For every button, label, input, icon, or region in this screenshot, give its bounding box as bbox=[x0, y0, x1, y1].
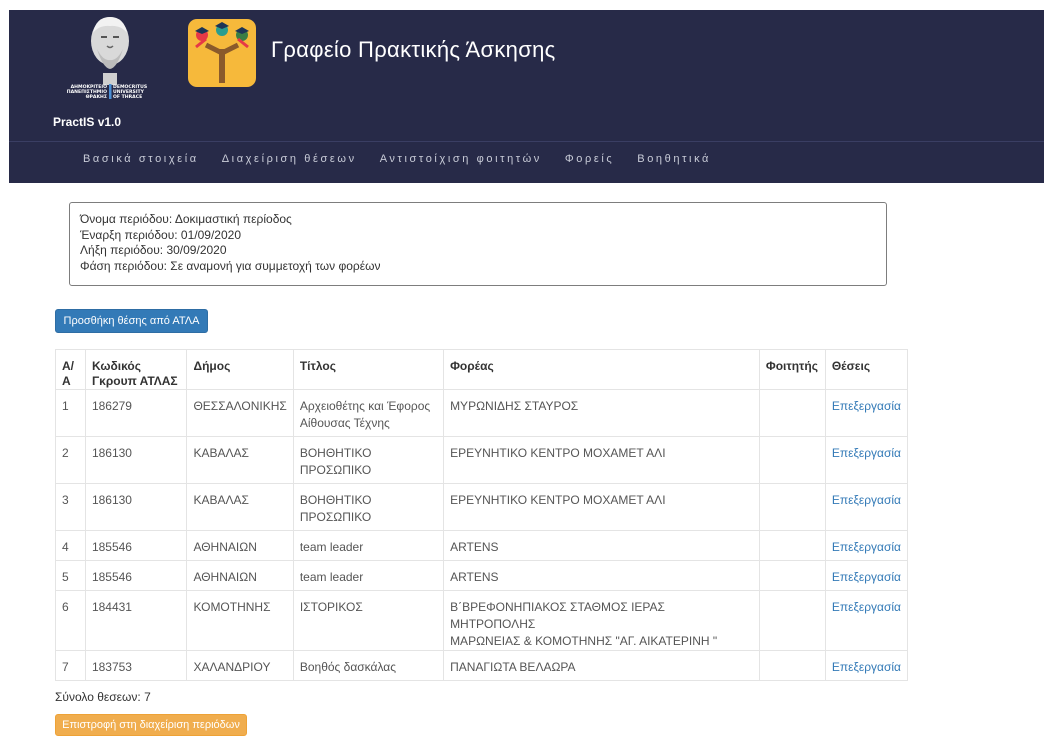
cell-student bbox=[758, 389, 826, 437]
cell-aa: 5 bbox=[55, 560, 86, 591]
cell-organization: ΕΡΕΥΝΗΤΙΚΟ ΚΕΝΤΡΟ ΜΟΧΑΜΕΤ ΑΛΙ bbox=[443, 436, 760, 484]
cell-municipality: ΚΑΒΑΛΑΣ bbox=[186, 483, 294, 531]
cell-code: 184431 bbox=[84, 590, 188, 651]
cell-student bbox=[758, 483, 826, 531]
cell-aa: 3 bbox=[55, 483, 86, 531]
edit-link[interactable]: Επεξεργασία bbox=[824, 590, 909, 651]
cell-organization: ΕΡΕΥΝΗΤΙΚΟ ΚΕΝΤΡΟ ΜΟΧΑΜΕΤ ΑΛΙ bbox=[443, 483, 760, 531]
cell-organization: ΠΑΝΑΓΙΩΤΑ ΒΕΛΑΩΡΑ bbox=[443, 650, 760, 681]
edit-link[interactable]: Επεξεργασία bbox=[824, 483, 909, 531]
nav-item-student-matching[interactable]: Αντιστοίχιση φοιτητών bbox=[380, 153, 542, 173]
edit-link[interactable]: Επεξεργασία bbox=[824, 530, 909, 561]
nav-item-positions-management[interactable]: Διαχείριση θέσεων bbox=[222, 153, 357, 173]
add-position-from-atlas-button[interactable]: Προσθήκη θέσης από ΑΤΛΑ bbox=[55, 309, 208, 333]
cell-municipality: ΧΑΛΑΝΔΡΙΟΥ bbox=[186, 650, 294, 681]
table-header-row: Α/Α Κωδικός Γκρουπ ΑΤΛΑΣ Δήμος Τίτλος Φορ… bbox=[55, 349, 909, 390]
cell-title: team leader bbox=[292, 530, 445, 561]
cell-aa: 2 bbox=[55, 436, 86, 484]
cell-student bbox=[758, 560, 826, 591]
col-municipality[interactable]: Δήμος bbox=[186, 349, 294, 390]
cell-organization: Β΄ΒΡΕΦΟΝΗΠΙΑΚΟΣ ΣΤΑΘΜΟΣ ΙΕΡΑΣ ΜΗΤΡΟΠΟΛΗΣ… bbox=[443, 590, 760, 651]
cell-student bbox=[758, 590, 826, 651]
site-header: ΔΗΜΟΚΡΙΤΕΙΟ ΠΑΝΕΠΙΣΤΗΜΙΟ ΘΡΑΚΗΣ DEMOCRIT… bbox=[9, 10, 1044, 183]
cell-code: 183753 bbox=[84, 650, 188, 681]
cell-municipality: ΑΘΗΝΑΙΩΝ bbox=[186, 530, 294, 561]
brand-name[interactable]: PractIS v1.0 bbox=[53, 115, 121, 129]
cell-student bbox=[758, 436, 826, 484]
svg-text:ΘΡΑΚΗΣ: ΘΡΑΚΗΣ bbox=[86, 94, 107, 100]
col-student[interactable]: Φοιτητής bbox=[758, 349, 826, 390]
cell-organization: ΜΥΡΩΝΙΔΗΣ ΣΤΑΥΡΟΣ bbox=[443, 389, 760, 437]
cell-title: Αρχειοθέτης και Έφορος Αίθουσας Τέχνης bbox=[292, 389, 445, 437]
table-row: 2 186130 ΚΑΒΑΛΑΣ ΒΟΗΘΗΤΙΚΟ ΠΡΟΣΩΠΙΚΟ ΕΡΕΥ… bbox=[55, 436, 909, 484]
cell-aa: 6 bbox=[55, 590, 86, 651]
table-row: 5 185546 ΑΘΗΝΑΙΩΝ team leader ARTENS Επε… bbox=[55, 560, 909, 591]
edit-link[interactable]: Επεξεργασία bbox=[824, 436, 909, 484]
cell-title: team leader bbox=[292, 560, 445, 591]
university-logo[interactable]: ΔΗΜΟΚΡΙΤΕΙΟ ΠΑΝΕΠΙΣΤΗΜΙΟ ΘΡΑΚΗΣ DEMOCRIT… bbox=[51, 13, 169, 103]
col-aa[interactable]: Α/Α bbox=[55, 349, 86, 390]
cell-student bbox=[758, 650, 826, 681]
table-row: 6 184431 ΚΟΜΟΤΗΝΗΣ ΙΣΤΟΡΙΚΟΣ Β΄ΒΡΕΦΟΝΗΠΙ… bbox=[55, 590, 909, 651]
edit-link[interactable]: Επεξεργασία bbox=[824, 389, 909, 437]
nav-item-auxiliary[interactable]: Βοηθητικά bbox=[637, 153, 711, 173]
table-row: 4 185546 ΑΘΗΝΑΙΩΝ team leader ARTENS Επε… bbox=[55, 530, 909, 561]
cell-title: ΙΣΤΟΡΙΚΟΣ bbox=[292, 590, 445, 651]
cell-organization: ARTENS bbox=[443, 560, 760, 591]
svg-text:OF THRACE: OF THRACE bbox=[113, 94, 142, 100]
nav-item-organizations[interactable]: Φορείς bbox=[565, 153, 614, 173]
period-name: Όνομα περιόδου: Δοκιμαστική περίοδος bbox=[80, 212, 292, 226]
app-title: Γραφείο Πρακτικής Άσκησης bbox=[271, 37, 556, 62]
period-info-box: Όνομα περιόδου: Δοκιμαστική περίοδος Ένα… bbox=[69, 202, 887, 286]
cell-municipality: ΚΟΜΟΤΗΝΗΣ bbox=[186, 590, 294, 651]
cell-code: 186279 bbox=[84, 389, 188, 437]
cell-title: Βοηθός δασκάλας bbox=[292, 650, 445, 681]
col-positions[interactable]: Θέσεις bbox=[824, 349, 909, 390]
period-end: Λήξη περιόδου: 30/09/2020 bbox=[80, 243, 227, 257]
period-phase: Φάση περιόδου: Σε αναμονή για συμμετοχή … bbox=[80, 258, 381, 273]
back-to-periods-button[interactable]: Επιστροφή στη διαχείριση περιόδων bbox=[55, 714, 247, 736]
total-positions: Σύνολο θεσεων: 7 bbox=[55, 690, 151, 704]
cell-organization: ARTENS bbox=[443, 530, 760, 561]
cell-code: 185546 bbox=[84, 560, 188, 591]
cell-code: 186130 bbox=[84, 483, 188, 531]
cell-municipality: ΚΑΒΑΛΑΣ bbox=[186, 436, 294, 484]
cell-code: 186130 bbox=[84, 436, 188, 484]
university-seal-icon: ΔΗΜΟΚΡΙΤΕΙΟ ΠΑΝΕΠΙΣΤΗΜΙΟ ΘΡΑΚΗΣ DEMOCRIT… bbox=[67, 17, 147, 100]
positions-table: Α/Α Κωδικός Γκρουπ ΑΤΛΑΣ Δήμος Τίτλος Φορ… bbox=[55, 349, 909, 681]
table-row: 3 186130 ΚΑΒΑΛΑΣ ΒΟΗΘΗΤΙΚΟ ΠΡΟΣΩΠΙΚΟ ΕΡΕΥ… bbox=[55, 483, 909, 531]
edit-link[interactable]: Επεξεργασία bbox=[824, 560, 909, 591]
col-title[interactable]: Τίτλος bbox=[292, 349, 445, 390]
col-organization[interactable]: Φορέας bbox=[443, 349, 760, 390]
cell-aa: 1 bbox=[55, 389, 86, 437]
table-row: 1 186279 ΘΕΣΣΑΛΟΝΙΚΗΣ Αρχειοθέτης και Έφ… bbox=[55, 389, 909, 437]
cell-municipality: ΑΘΗΝΑΙΩΝ bbox=[186, 560, 294, 591]
main-nav: Βασικά στοιχεία Διαχείριση θέσεων Αντιστ… bbox=[83, 153, 734, 173]
cell-aa: 4 bbox=[55, 530, 86, 561]
cell-aa: 7 bbox=[55, 650, 86, 681]
nav-item-basic-info[interactable]: Βασικά στοιχεία bbox=[83, 153, 199, 173]
cell-municipality: ΘΕΣΣΑΛΟΝΙΚΗΣ bbox=[186, 389, 294, 437]
col-atlas-group-code[interactable]: Κωδικός Γκρουπ ΑΤΛΑΣ bbox=[84, 349, 188, 390]
period-start: Έναρξη περιόδου: 01/09/2020 bbox=[80, 227, 241, 242]
header-divider bbox=[9, 141, 1044, 142]
table-row: 7 183753 ΧΑΛΑΝΔΡΙΟΥ Βοηθός δασκάλας ΠΑΝΑ… bbox=[55, 650, 909, 681]
practice-office-app-icon[interactable] bbox=[188, 19, 256, 87]
edit-link[interactable]: Επεξεργασία bbox=[824, 650, 909, 681]
cell-student bbox=[758, 530, 826, 561]
cell-title: ΒΟΗΘΗΤΙΚΟ ΠΡΟΣΩΠΙΚΟ bbox=[292, 436, 445, 484]
cell-code: 185546 bbox=[84, 530, 188, 561]
cell-title: ΒΟΗΘΗΤΙΚΟ ΠΡΟΣΩΠΙΚΟ bbox=[292, 483, 445, 531]
